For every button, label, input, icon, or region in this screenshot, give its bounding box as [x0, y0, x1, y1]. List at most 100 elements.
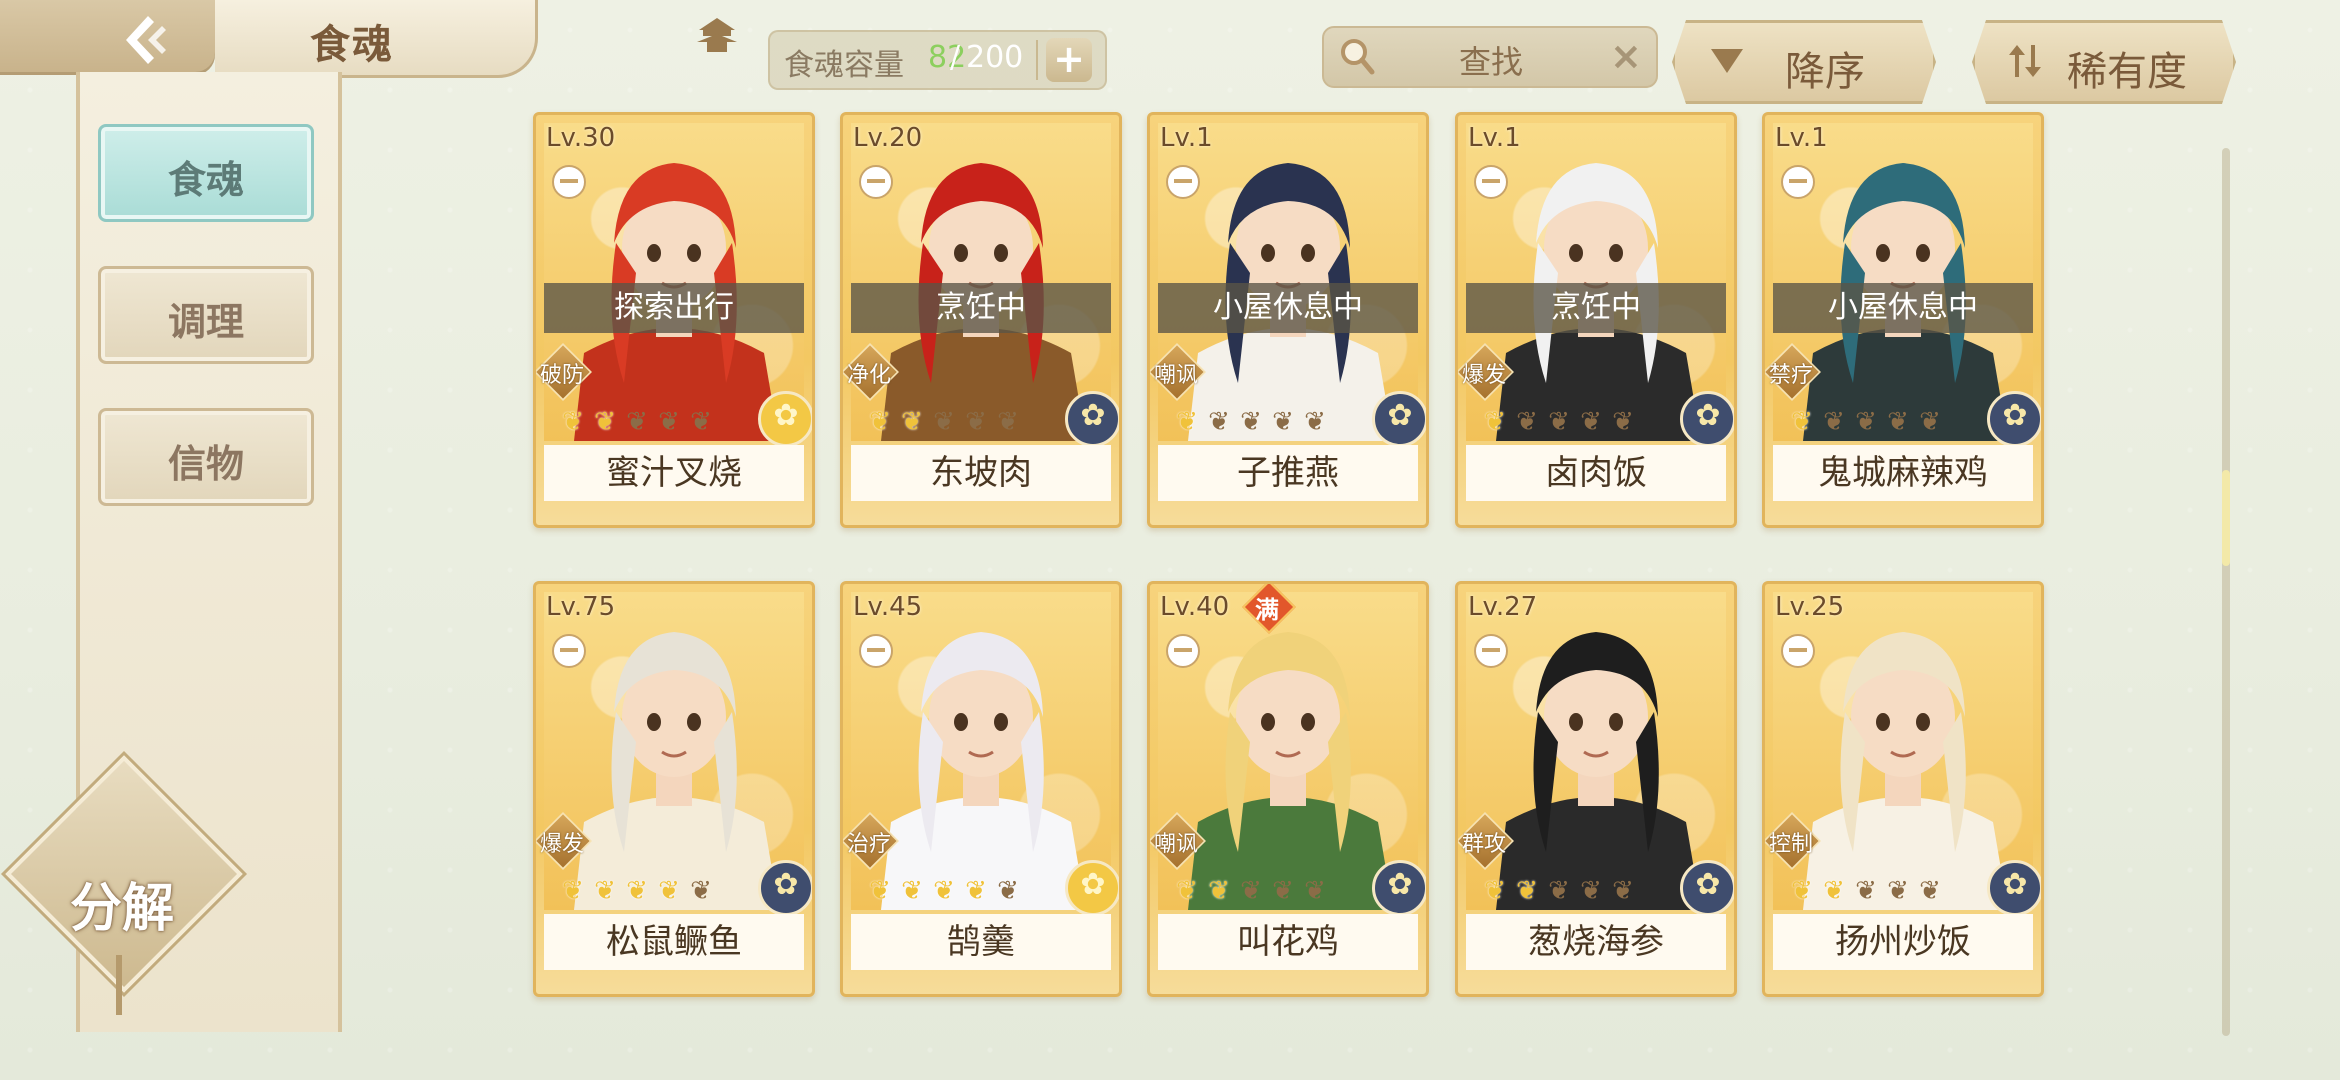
flame-star-icon: ❦ — [933, 876, 955, 906]
tab-conditioning[interactable]: 调理 — [98, 266, 314, 364]
expand-capacity-button[interactable]: + — [1046, 38, 1092, 82]
flame-star-icon: ❦ — [1272, 407, 1294, 437]
level-label: Lv.1 — [1468, 123, 1521, 153]
search-box[interactable]: 查找 × — [1322, 26, 1658, 88]
character-portrait — [1158, 123, 1418, 441]
character-name: 鬼城麻辣鸡 — [1773, 445, 2033, 501]
food-soul-card[interactable]: Lv.1 小屋休息中 禁疗 ❦ ❦ ❦ ❦ ❦ ✿ 鬼城麻辣鸡 — [1762, 112, 2044, 528]
role-badge: 嘲讽 — [1150, 812, 1206, 870]
star-rating: ❦ ❦ ❦ ❦ ❦ — [865, 409, 1023, 439]
level-label: Lv.45 — [853, 592, 923, 622]
scrollbar-track[interactable] — [2222, 148, 2230, 1036]
bowl-icon — [859, 165, 893, 199]
flame-star-icon: ❦ — [1240, 407, 1262, 437]
back-button[interactable] — [0, 0, 215, 75]
role-badge: 嘲讽 — [1150, 343, 1206, 401]
flame-star-icon: ❦ — [690, 407, 712, 437]
flame-star-icon: ❦ — [1484, 407, 1506, 437]
flower-blue-icon: ✿ — [1372, 391, 1426, 447]
role-badge: 控制 — [1765, 812, 1821, 870]
flower-gold-icon: ✿ — [758, 391, 812, 447]
clear-search-button[interactable]: × — [1610, 34, 1642, 78]
food-soul-card[interactable]: Lv.40 满嘲讽 ❦ ❦ ❦ ❦ ❦ ✿ 叫花鸡 — [1147, 581, 1429, 997]
bowl-icon — [552, 165, 586, 199]
food-soul-card[interactable]: Lv.1 小屋休息中 嘲讽 ❦ ❦ ❦ ❦ ❦ ✿ 子推燕 — [1147, 112, 1429, 528]
scrollbar-thumb[interactable] — [2222, 470, 2230, 566]
food-soul-card[interactable]: Lv.75 爆发 ❦ ❦ ❦ ❦ ❦ ✿ 松鼠鳜鱼 — [533, 581, 815, 997]
flame-star-icon: ❦ — [1580, 876, 1602, 906]
capacity-divider — [1036, 40, 1038, 80]
flame-star-icon: ❦ — [1272, 876, 1294, 906]
food-soul-card[interactable]: Lv.20 烹饪中 净化 ❦ ❦ ❦ ❦ ❦ ✿ 东坡肉 — [840, 112, 1122, 528]
status-banner: 小屋休息中 — [1773, 283, 2033, 333]
food-soul-card[interactable]: Lv.27 群攻 ❦ ❦ ❦ ❦ ❦ ✿ 葱烧海参 — [1455, 581, 1737, 997]
bowl-icon — [1781, 634, 1815, 668]
pagoda-icon[interactable] — [695, 14, 739, 56]
star-rating: ❦ ❦ ❦ ❦ ❦ — [558, 878, 716, 908]
flame-star-icon: ❦ — [869, 876, 891, 906]
food-soul-card[interactable]: Lv.1 烹饪中 爆发 ❦ ❦ ❦ ❦ ❦ ✿ 卤肉饭 — [1455, 112, 1737, 528]
level-label: Lv.1 — [1775, 123, 1828, 153]
sort-order-button[interactable]: 降序 — [1672, 20, 1936, 104]
title-plate: 食魂 — [215, 0, 737, 78]
triangle-down-icon — [1709, 45, 1745, 75]
status-banner: 探索出行 — [544, 283, 804, 333]
food-soul-card[interactable]: Lv.25 控制 ❦ ❦ ❦ ❦ ❦ ✿ 扬州炒饭 — [1762, 581, 2044, 997]
star-rating: ❦ ❦ ❦ ❦ ❦ — [1480, 878, 1638, 908]
food-soul-card[interactable]: Lv.45 治疗 ❦ ❦ ❦ ❦ ❦ ✿ 鹄羹 — [840, 581, 1122, 997]
flame-star-icon: ❦ — [594, 876, 616, 906]
star-rating: ❦ ❦ ❦ ❦ ❦ — [865, 878, 1023, 908]
character-name: 东坡肉 — [851, 445, 1111, 501]
flame-star-icon: ❦ — [1919, 407, 1941, 437]
star-rating: ❦ ❦ ❦ ❦ ❦ — [1787, 878, 1945, 908]
role-label: 禁疗 — [1768, 363, 1813, 388]
flower-blue-icon: ✿ — [1680, 391, 1734, 447]
flame-star-icon: ❦ — [1580, 407, 1602, 437]
sort-rarity-button[interactable]: 稀有度 — [1972, 20, 2236, 104]
bowl-icon — [1166, 165, 1200, 199]
role-label: 控制 — [1768, 832, 1813, 857]
flame-star-icon: ❦ — [1304, 876, 1326, 906]
tab-label: 信物 — [167, 441, 244, 486]
food-soul-card[interactable]: Lv.30 探索出行 破防 ❦ ❦ ❦ ❦ ❦ ✿ 蜜汁叉烧 — [533, 112, 815, 528]
status-banner: 烹饪中 — [1466, 283, 1726, 333]
bowl-icon — [1166, 634, 1200, 668]
level-label: Lv.1 — [1160, 123, 1213, 153]
tab-token[interactable]: 信物 — [98, 408, 314, 506]
flame-star-icon: ❦ — [1791, 876, 1813, 906]
flame-star-icon: ❦ — [690, 876, 712, 906]
role-badge: 爆发 — [536, 812, 592, 870]
character-portrait — [1773, 592, 2033, 910]
flame-star-icon: ❦ — [1791, 407, 1813, 437]
sort-rarity-label: 稀有度 — [2067, 49, 2187, 95]
star-rating: ❦ ❦ ❦ ❦ ❦ — [1172, 409, 1330, 439]
swap-arrows-icon — [2005, 41, 2045, 81]
flame-star-icon: ❦ — [901, 876, 923, 906]
level-label: Lv.27 — [1468, 592, 1538, 622]
flower-blue-icon: ✿ — [1987, 860, 2041, 916]
character-portrait — [1466, 123, 1726, 441]
character-name: 扬州炒饭 — [1773, 914, 2033, 970]
status-banner: 小屋休息中 — [1158, 283, 1418, 333]
tassel-decoration — [116, 955, 122, 1015]
character-name: 鹄羹 — [851, 914, 1111, 970]
status-banner: 烹饪中 — [851, 283, 1111, 333]
tab-food-soul[interactable]: 食魂 — [98, 124, 314, 222]
bowl-icon — [552, 634, 586, 668]
role-badge: 破防 — [536, 343, 592, 401]
flower-gold-icon: ✿ — [1065, 860, 1119, 916]
flame-star-icon: ❦ — [1548, 407, 1570, 437]
flame-star-icon: ❦ — [1484, 876, 1506, 906]
capacity-display: 食魂容量 82 / 200 + — [768, 30, 1107, 90]
flame-star-icon: ❦ — [965, 407, 987, 437]
role-label: 治疗 — [846, 832, 891, 857]
flower-blue-icon: ✿ — [1987, 391, 2041, 447]
flame-star-icon: ❦ — [933, 407, 955, 437]
level-label: Lv.75 — [546, 592, 616, 622]
flame-star-icon: ❦ — [997, 407, 1019, 437]
search-input[interactable]: 查找 — [1459, 37, 1523, 83]
flame-star-icon: ❦ — [1176, 876, 1198, 906]
role-badge: 净化 — [843, 343, 899, 401]
role-label: 净化 — [846, 363, 891, 388]
decompose-label[interactable]: 分解 — [42, 866, 202, 941]
